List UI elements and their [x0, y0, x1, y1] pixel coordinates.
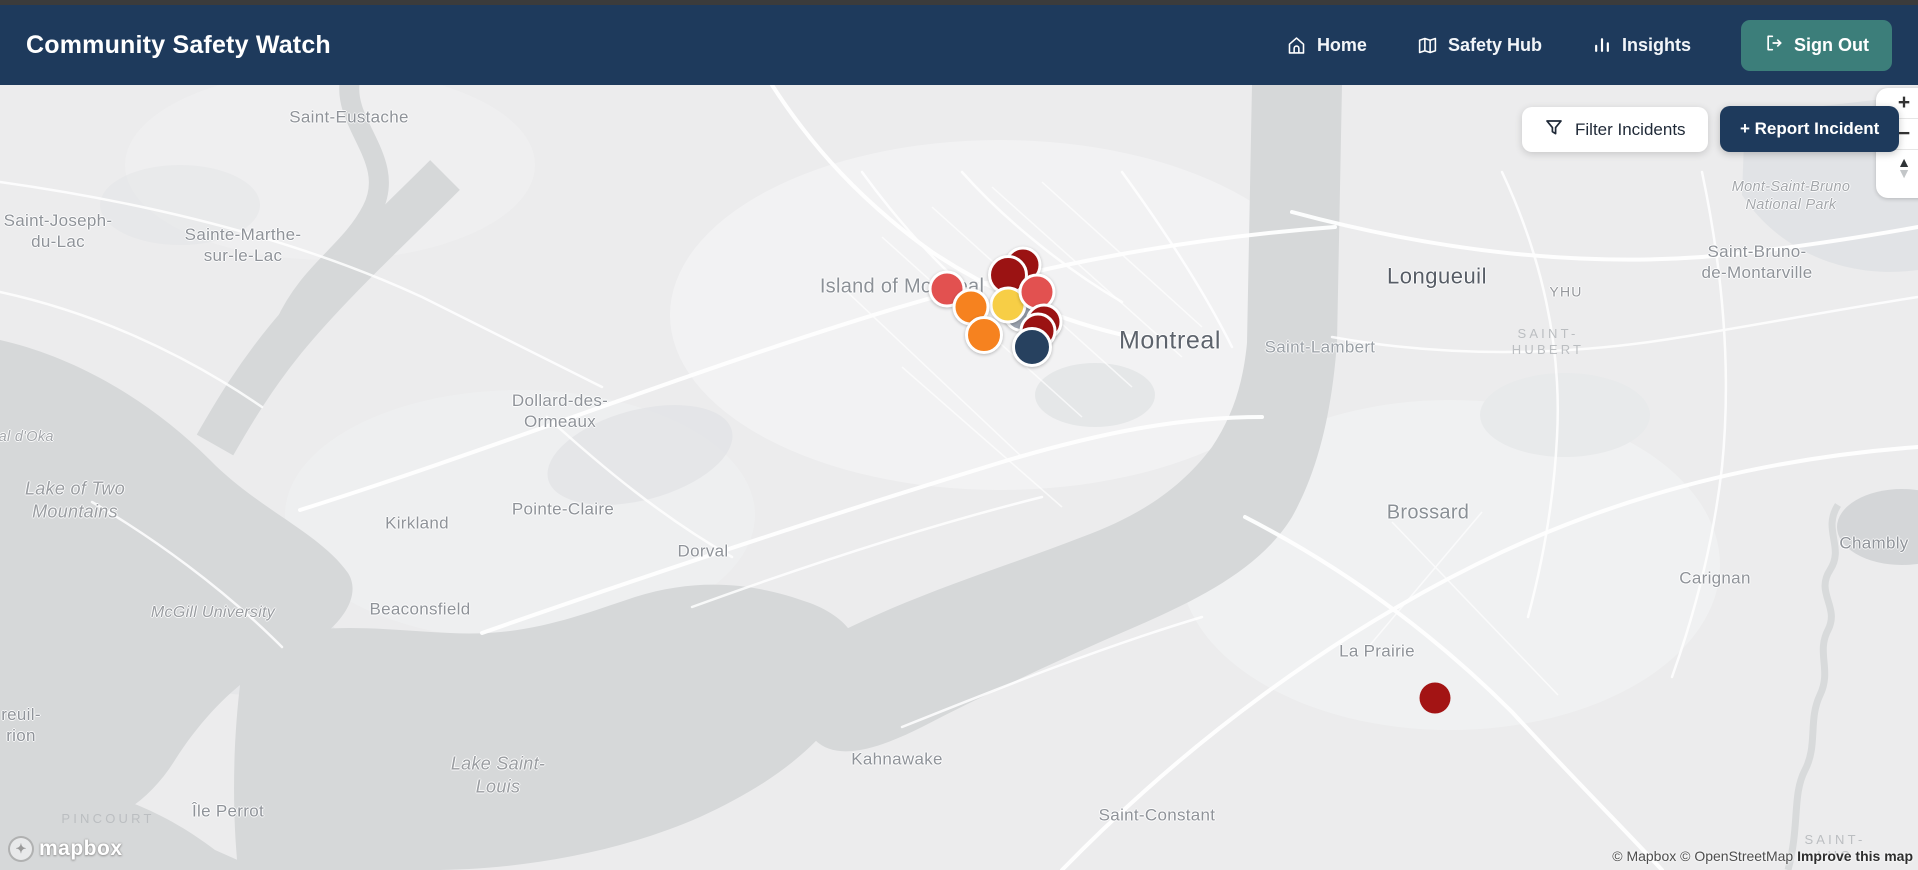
sign-out-label: Sign Out [1794, 34, 1869, 55]
app-title: Community Safety Watch [26, 30, 331, 59]
filter-incidents-label: Filter Incidents [1575, 119, 1686, 139]
nav-insights-label: Insights [1621, 34, 1691, 55]
mapbox-attribution-link[interactable]: © Mapbox [1612, 848, 1676, 864]
report-incident-button[interactable]: + Report Incident [1720, 106, 1900, 152]
improve-map-link[interactable]: Improve this map [1797, 848, 1913, 864]
nav-insights[interactable]: Insights [1592, 35, 1691, 56]
main-nav: Home Safety Hub Insights Sign Out [1286, 19, 1892, 71]
pitch-down-icon: ▼ [1897, 164, 1911, 181]
map-canvas[interactable]: Saint-Eustache Saint-Joseph- du-Lac Sainte… [0, 85, 1918, 870]
mapbox-pin-icon: ✦ [8, 836, 34, 862]
osm-attribution-link[interactable]: © OpenStreetMap [1680, 848, 1793, 864]
nav-home-label: Home [1316, 34, 1367, 55]
mapbox-logo[interactable]: ✦ mapbox [8, 836, 123, 862]
app-header: Community Safety Watch Home Safety Hub I… [0, 5, 1918, 85]
pitch-toggle-button[interactable]: ▲ ▼ [1897, 150, 1911, 181]
home-icon [1286, 35, 1307, 56]
nav-home[interactable]: Home [1286, 35, 1367, 56]
map-icon [1417, 35, 1438, 56]
incident-marker[interactable] [1012, 327, 1052, 367]
nav-safety-hub-label: Safety Hub [1447, 34, 1542, 55]
report-incident-label: + Report Incident [1740, 119, 1880, 138]
mapbox-wordmark: mapbox [39, 837, 123, 860]
incident-marker[interactable] [965, 316, 1003, 354]
log-out-icon [1764, 33, 1784, 58]
filter-incidents-button[interactable]: Filter Incidents [1522, 107, 1708, 152]
funnel-icon [1544, 117, 1564, 142]
incident-marker[interactable] [1419, 682, 1451, 714]
nav-safety-hub[interactable]: Safety Hub [1417, 35, 1542, 56]
basemap-artwork [0, 85, 1918, 870]
bar-chart-icon [1592, 35, 1612, 55]
sign-out-button[interactable]: Sign Out [1741, 19, 1892, 71]
map-attribution: © Mapbox © OpenStreetMap Improve this ma… [1612, 848, 1913, 864]
